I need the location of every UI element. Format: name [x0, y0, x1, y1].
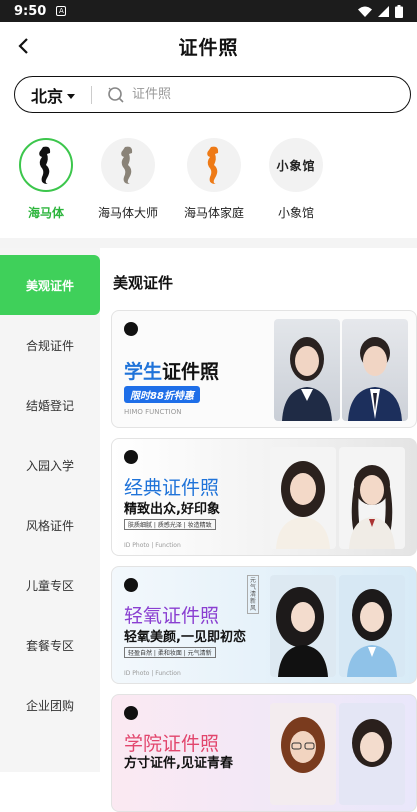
divider [91, 85, 93, 104]
brand-label: 海马体 [27, 206, 64, 220]
seahorse-icon [39, 146, 51, 184]
brand-mark-icon [124, 322, 138, 336]
sample-photo [270, 703, 336, 805]
brand-logo [187, 138, 241, 192]
card-footer: HIMO FUNCTION [124, 408, 182, 416]
style-tag: 元气清新风 [247, 575, 259, 614]
brand-mark-icon [124, 578, 138, 592]
product-card-classic[interactable]: 经典证件照 精致出众,好印象 肤质细腻 | 质感光泽 | 妆造精致 ID Pho… [111, 438, 417, 556]
card-footer: ID Photo | Function [124, 670, 181, 677]
sidebar-item-packages[interactable]: 套餐专区 [0, 615, 100, 675]
card-title: 学生证件照 [124, 361, 220, 383]
page-title: 证件照 [178, 36, 239, 59]
brand-logo [101, 138, 155, 192]
product-card-light[interactable]: 轻氧证件照 轻氧美颜,一见即初恋 轻盈自然 | 柔和妆面 | 元气清新 ID P… [111, 566, 417, 684]
card-subtitle: 轻氧美颜,一见即初恋 [124, 630, 246, 645]
section-heading: 美观证件 [113, 274, 174, 292]
content-area: 美观证件 学生证件照 限时88折特惠 HIMO FUNCTION 经典证件照 精… [100, 248, 417, 812]
brand-label: 小象馆 [277, 206, 314, 220]
card-features: 轻盈自然 | 柔和妆面 | 元气清新 [124, 647, 216, 658]
brand-haimati-master[interactable]: 海马体大师 [83, 138, 173, 221]
sidebar-item-enterprise[interactable]: 企业团购 [0, 675, 100, 735]
brand-label: 海马体大师 [97, 206, 158, 220]
sample-photo [339, 447, 405, 549]
promo-tag: 限时88折特惠 [124, 386, 200, 403]
card-footer: ID Photo | Function [124, 542, 181, 549]
brand-mark-icon [124, 450, 138, 464]
search-bar: 北京 [14, 76, 411, 113]
brand-haimati[interactable]: 海马体 [1, 138, 91, 221]
sidebar-item-marriage[interactable]: 结婚登记 [0, 375, 100, 435]
seahorse-icon [207, 146, 219, 184]
caret-down-icon [67, 94, 76, 99]
brand-mark-icon [124, 706, 138, 720]
sidebar-item-kids[interactable]: 儿童专区 [0, 555, 100, 615]
card-subtitle: 精致出众,好印象 [124, 502, 220, 517]
wifi-icon [358, 6, 372, 17]
card-subtitle: 方寸证件,见证青春 [124, 756, 233, 771]
product-card-student[interactable]: 学生证件照 限时88折特惠 HIMO FUNCTION [111, 310, 417, 428]
status-time: 9:50 [14, 3, 47, 19]
back-button[interactable] [12, 34, 36, 58]
brand-logo-text: 小象馆 [276, 158, 316, 173]
search-icon [108, 86, 124, 103]
city-label: 北京 [31, 86, 64, 106]
card-title: 经典证件照 [124, 477, 220, 499]
brand-label: 海马体家庭 [183, 206, 244, 220]
card-features: 肤质细腻 | 质感光泽 | 妆造精致 [124, 519, 216, 530]
battery-icon [395, 4, 403, 18]
chevron-left-icon [18, 38, 28, 54]
city-selector[interactable]: 北京 [31, 83, 76, 107]
sidebar-item-school-entry[interactable]: 入园入学 [0, 435, 100, 495]
status-bar: 9:50 A [0, 0, 417, 22]
brand-haimati-family[interactable]: 海马体家庭 [169, 138, 259, 221]
sample-photo [270, 447, 336, 549]
card-title: 轻氧证件照 [124, 605, 220, 627]
category-sidebar: 美观证件 合规证件 结婚登记 入园入学 风格证件 儿童专区 套餐专区 企业团购 [0, 248, 100, 772]
sidebar-item-beauty-id[interactable]: 美观证件 [0, 255, 100, 315]
product-card-college[interactable]: 学院证件照 方寸证件,见证青春 [111, 694, 417, 812]
sample-photo [339, 575, 405, 677]
sample-photo [270, 575, 336, 677]
brand-row: 海马体 海马体大师 海马体家庭 小象馆 小象馆 [0, 138, 417, 230]
nav-bar: 证件照 [0, 22, 417, 70]
sample-photo [274, 319, 340, 421]
brand-logo: 小象馆 [269, 138, 323, 192]
seahorse-icon [121, 146, 133, 184]
sidebar-item-compliant-id[interactable]: 合规证件 [0, 315, 100, 375]
sidebar-item-style-id[interactable]: 风格证件 [0, 495, 100, 555]
sample-photo [339, 703, 405, 805]
brand-xiaoxiangguan[interactable]: 小象馆 小象馆 [251, 138, 341, 221]
brand-logo [19, 138, 73, 192]
search-input[interactable] [132, 87, 363, 102]
section-divider [0, 238, 417, 248]
signal-icon [378, 5, 389, 17]
sample-photo [342, 319, 408, 421]
notification-icon: A [56, 6, 67, 16]
